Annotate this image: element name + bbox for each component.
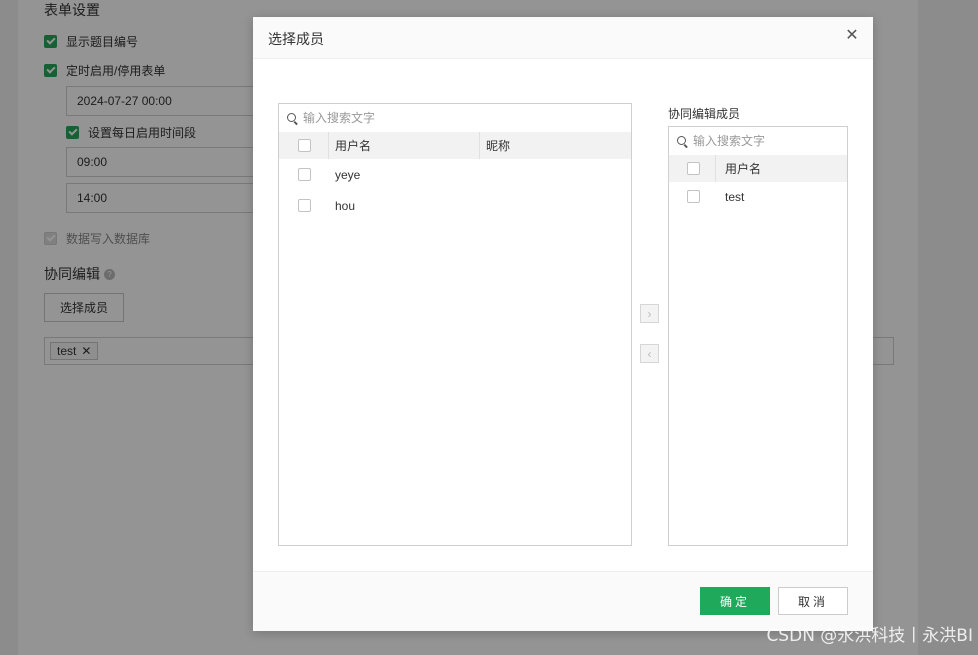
candidate-table-header: 用户名 昵称 — [279, 132, 631, 159]
selected-table-header: 用户名 — [669, 155, 847, 182]
nickname-column-header: 昵称 — [486, 139, 511, 153]
selected-search-input[interactable] — [693, 134, 833, 148]
cancel-button[interactable]: 取消 — [778, 587, 848, 615]
select-members-dialog: 选择成员 ✕ 用户名 昵称 yeye hou › ‹ — [253, 17, 873, 631]
row-checkbox[interactable] — [298, 199, 311, 212]
select-all-checkbox[interactable] — [687, 162, 700, 175]
collab-members-label: 协同编辑成员 — [668, 107, 741, 121]
watermark: CSDN @永洪科技丨永洪BI — [766, 626, 973, 646]
candidate-list: 用户名 昵称 yeye hou — [278, 103, 632, 546]
username-column-header: 用户名 — [335, 139, 372, 153]
username-column-header: 用户名 — [725, 162, 762, 176]
row-username: yeye — [335, 167, 361, 182]
dialog-header: 选择成员 ✕ — [253, 17, 873, 59]
candidate-search[interactable] — [279, 104, 631, 132]
row-checkbox[interactable] — [298, 168, 311, 181]
move-right-button[interactable]: › — [640, 304, 659, 323]
table-row[interactable]: hou — [279, 190, 631, 221]
selected-list: 用户名 test — [668, 126, 848, 546]
search-icon — [287, 113, 297, 123]
row-username: test — [725, 189, 745, 204]
move-left-button[interactable]: ‹ — [640, 344, 659, 363]
chevron-left-icon: ‹ — [647, 346, 652, 361]
search-icon — [677, 136, 687, 146]
chevron-right-icon: › — [647, 306, 652, 321]
confirm-button[interactable]: 确定 — [700, 587, 770, 615]
candidate-search-input[interactable] — [303, 111, 583, 125]
row-checkbox[interactable] — [687, 190, 700, 203]
select-all-checkbox[interactable] — [298, 139, 311, 152]
selected-search[interactable] — [669, 127, 847, 155]
table-row[interactable]: test — [669, 182, 847, 211]
table-row[interactable]: yeye — [279, 159, 631, 190]
row-username: hou — [335, 198, 356, 213]
dialog-title: 选择成员 — [268, 31, 324, 47]
close-icon[interactable]: ✕ — [845, 27, 859, 44]
